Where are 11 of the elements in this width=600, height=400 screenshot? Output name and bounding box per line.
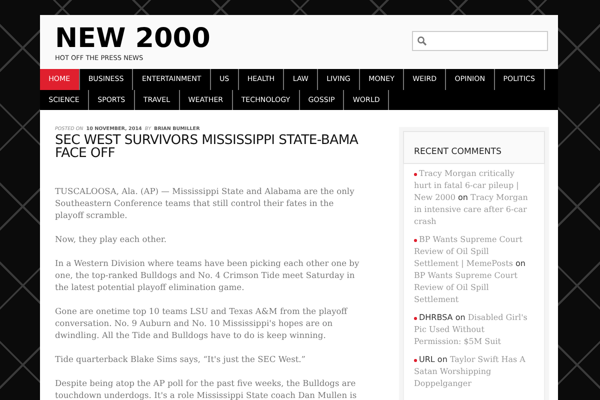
article-paragraph: In a Western Division where teams have been picking each other one by one, the top-ranked Bulldogs and No. 4 Crimson Tide meet Saturday in the latest potential playoff elimination game. [55,257,360,293]
site-title[interactable]: NEW 2000 [55,25,210,53]
post-title: SEC WEST SURVIVORS MISSISSIPPI STATE-BAMA FACE OFF [55,134,360,160]
article-paragraph: TUSCALOOSA, Ala. (AP) — Mississippi State and Alabama are the only Southeastern Conference teams that still control their fates in the playoff scramble. [55,185,356,221]
widget-title: RECENT COMMENTS [414,147,502,157]
article-paragraph: Tide quarterback Blake Sims says, “It's just the SEC West.” [55,353,307,365]
search-icon [417,36,427,46]
article-paragraph: Now, they play each other. [55,233,168,245]
article-paragraph: Gone are onetime top 10 teams LSU and Texas A&M from the playoff conversation. No. 9 Auburn and No. 10 Mississippi's hopes are on dwindling. All the Tide and Bulldogs have to do is keep winning. [55,305,349,341]
article-paragraph: Despite being atop the AP poll for the past five weeks, the Bulldogs are touchdown underdogs. It's a role Mississippi State coach Dan Mullen is [55,377,358,400]
search-field[interactable] [412,31,548,51]
